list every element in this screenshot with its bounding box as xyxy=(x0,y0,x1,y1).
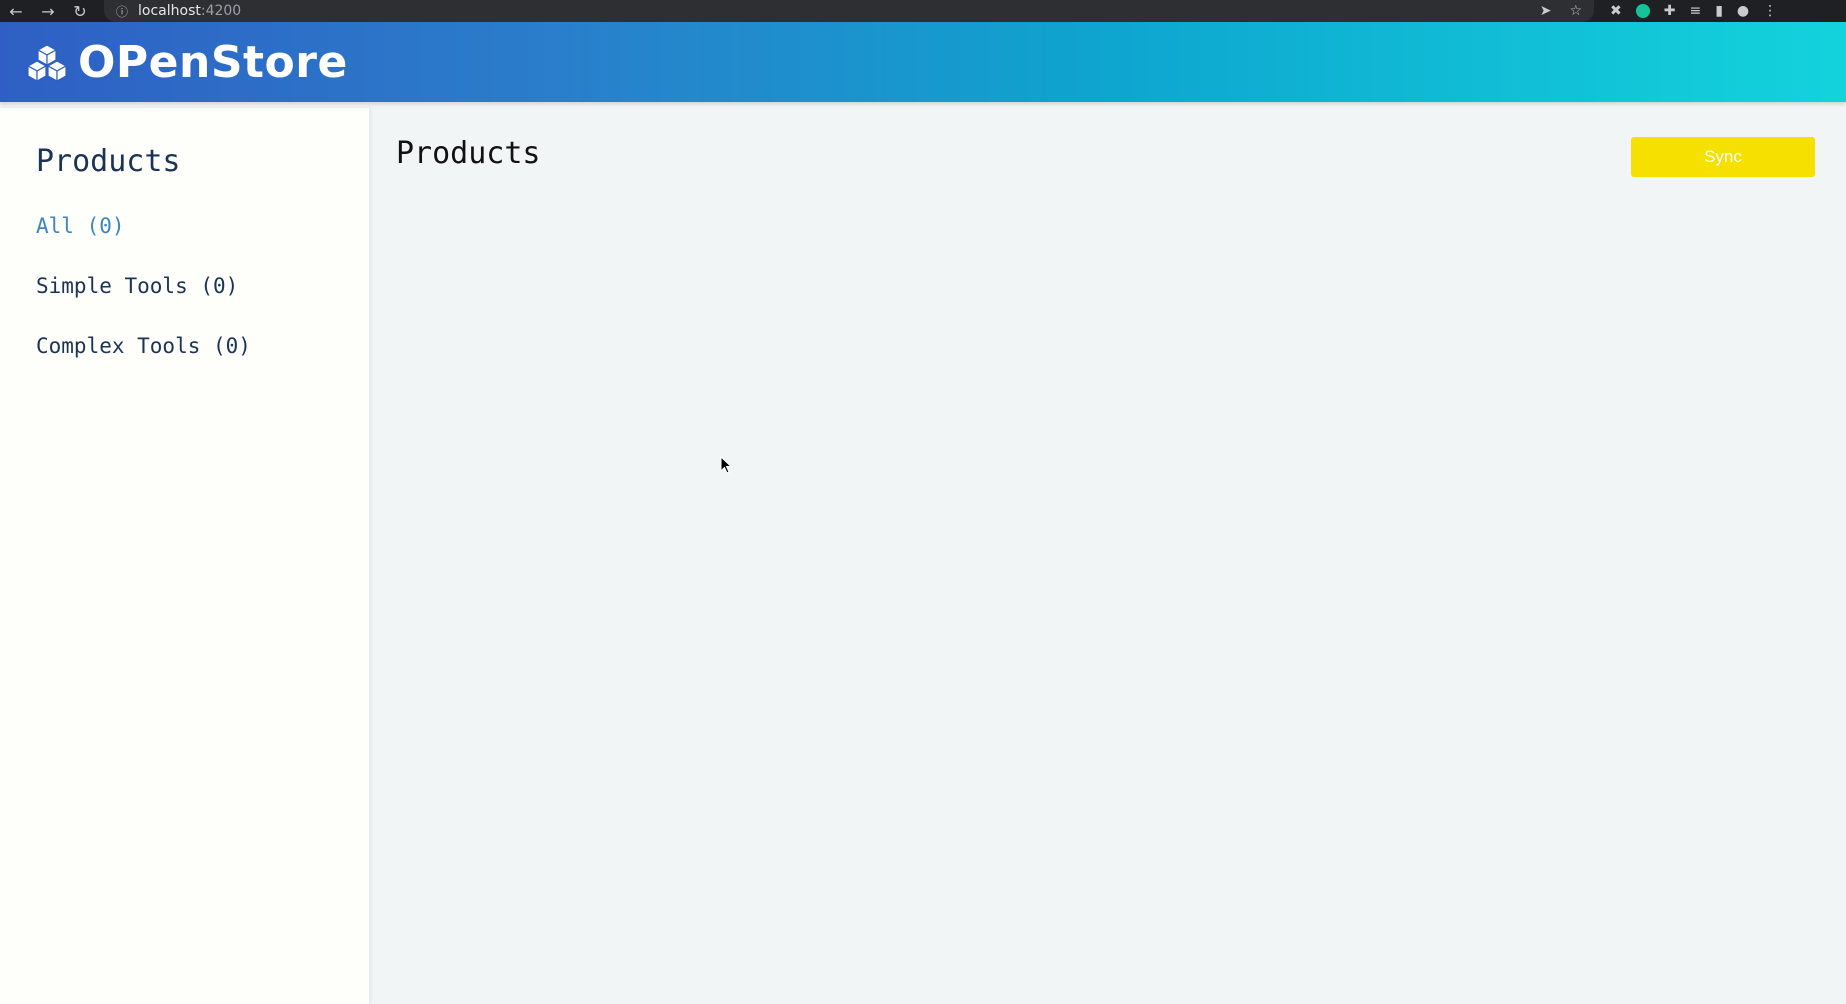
app-header: OPenStore xyxy=(0,22,1846,102)
send-icon[interactable]: ➤ xyxy=(1540,3,1552,19)
reload-icon[interactable]: ↻ xyxy=(64,0,96,22)
extension-area: ✖ ✚ ≡ ▮ ● ⋮ xyxy=(1610,3,1777,19)
bookmark-star-icon[interactable]: ☆ xyxy=(1569,3,1582,19)
mouse-cursor-icon xyxy=(720,456,732,474)
side-panel-icon[interactable]: ▮ xyxy=(1715,3,1723,19)
address-bar[interactable]: ⓘ localhost:4200 ➤ ☆ xyxy=(104,0,1594,22)
address-bar-actions: ➤ ☆ xyxy=(1540,0,1582,22)
reading-list-icon[interactable]: ≡ xyxy=(1689,3,1701,19)
sync-button[interactable]: Sync xyxy=(1631,137,1815,177)
browser-menu-icon[interactable]: ⋮ xyxy=(1763,3,1777,19)
browser-toolbar: ← → ↻ ⓘ localhost:4200 ➤ ☆ ✖ ✚ ≡ ▮ ● ⋮ xyxy=(0,0,1846,22)
url-host: localhost xyxy=(138,3,201,19)
url-port: :4200 xyxy=(200,3,242,19)
back-arrow-icon[interactable]: ← xyxy=(0,0,32,22)
profile-avatar-icon[interactable]: ● xyxy=(1737,3,1749,19)
site-info-icon[interactable]: ⓘ xyxy=(116,3,128,20)
extensions-puzzle-icon[interactable]: ✚ xyxy=(1664,3,1676,19)
page-title: Products xyxy=(396,136,541,171)
sidebar-item-complex-tools[interactable]: Complex Tools (0) xyxy=(36,334,251,358)
grammarly-icon[interactable] xyxy=(1635,4,1650,18)
extension-x-icon[interactable]: ✖ xyxy=(1610,3,1622,19)
brand-title[interactable]: OPenStore xyxy=(78,37,348,88)
cubes-logo-icon xyxy=(27,44,67,82)
sidebar-item-all[interactable]: All (0) xyxy=(36,214,125,238)
sidebar-item-simple-tools[interactable]: Simple Tools (0) xyxy=(36,274,238,298)
sidebar: Products All (0) Simple Tools (0) Comple… xyxy=(0,108,369,1004)
forward-arrow-icon[interactable]: → xyxy=(32,0,64,22)
sidebar-title: Products xyxy=(36,144,181,179)
